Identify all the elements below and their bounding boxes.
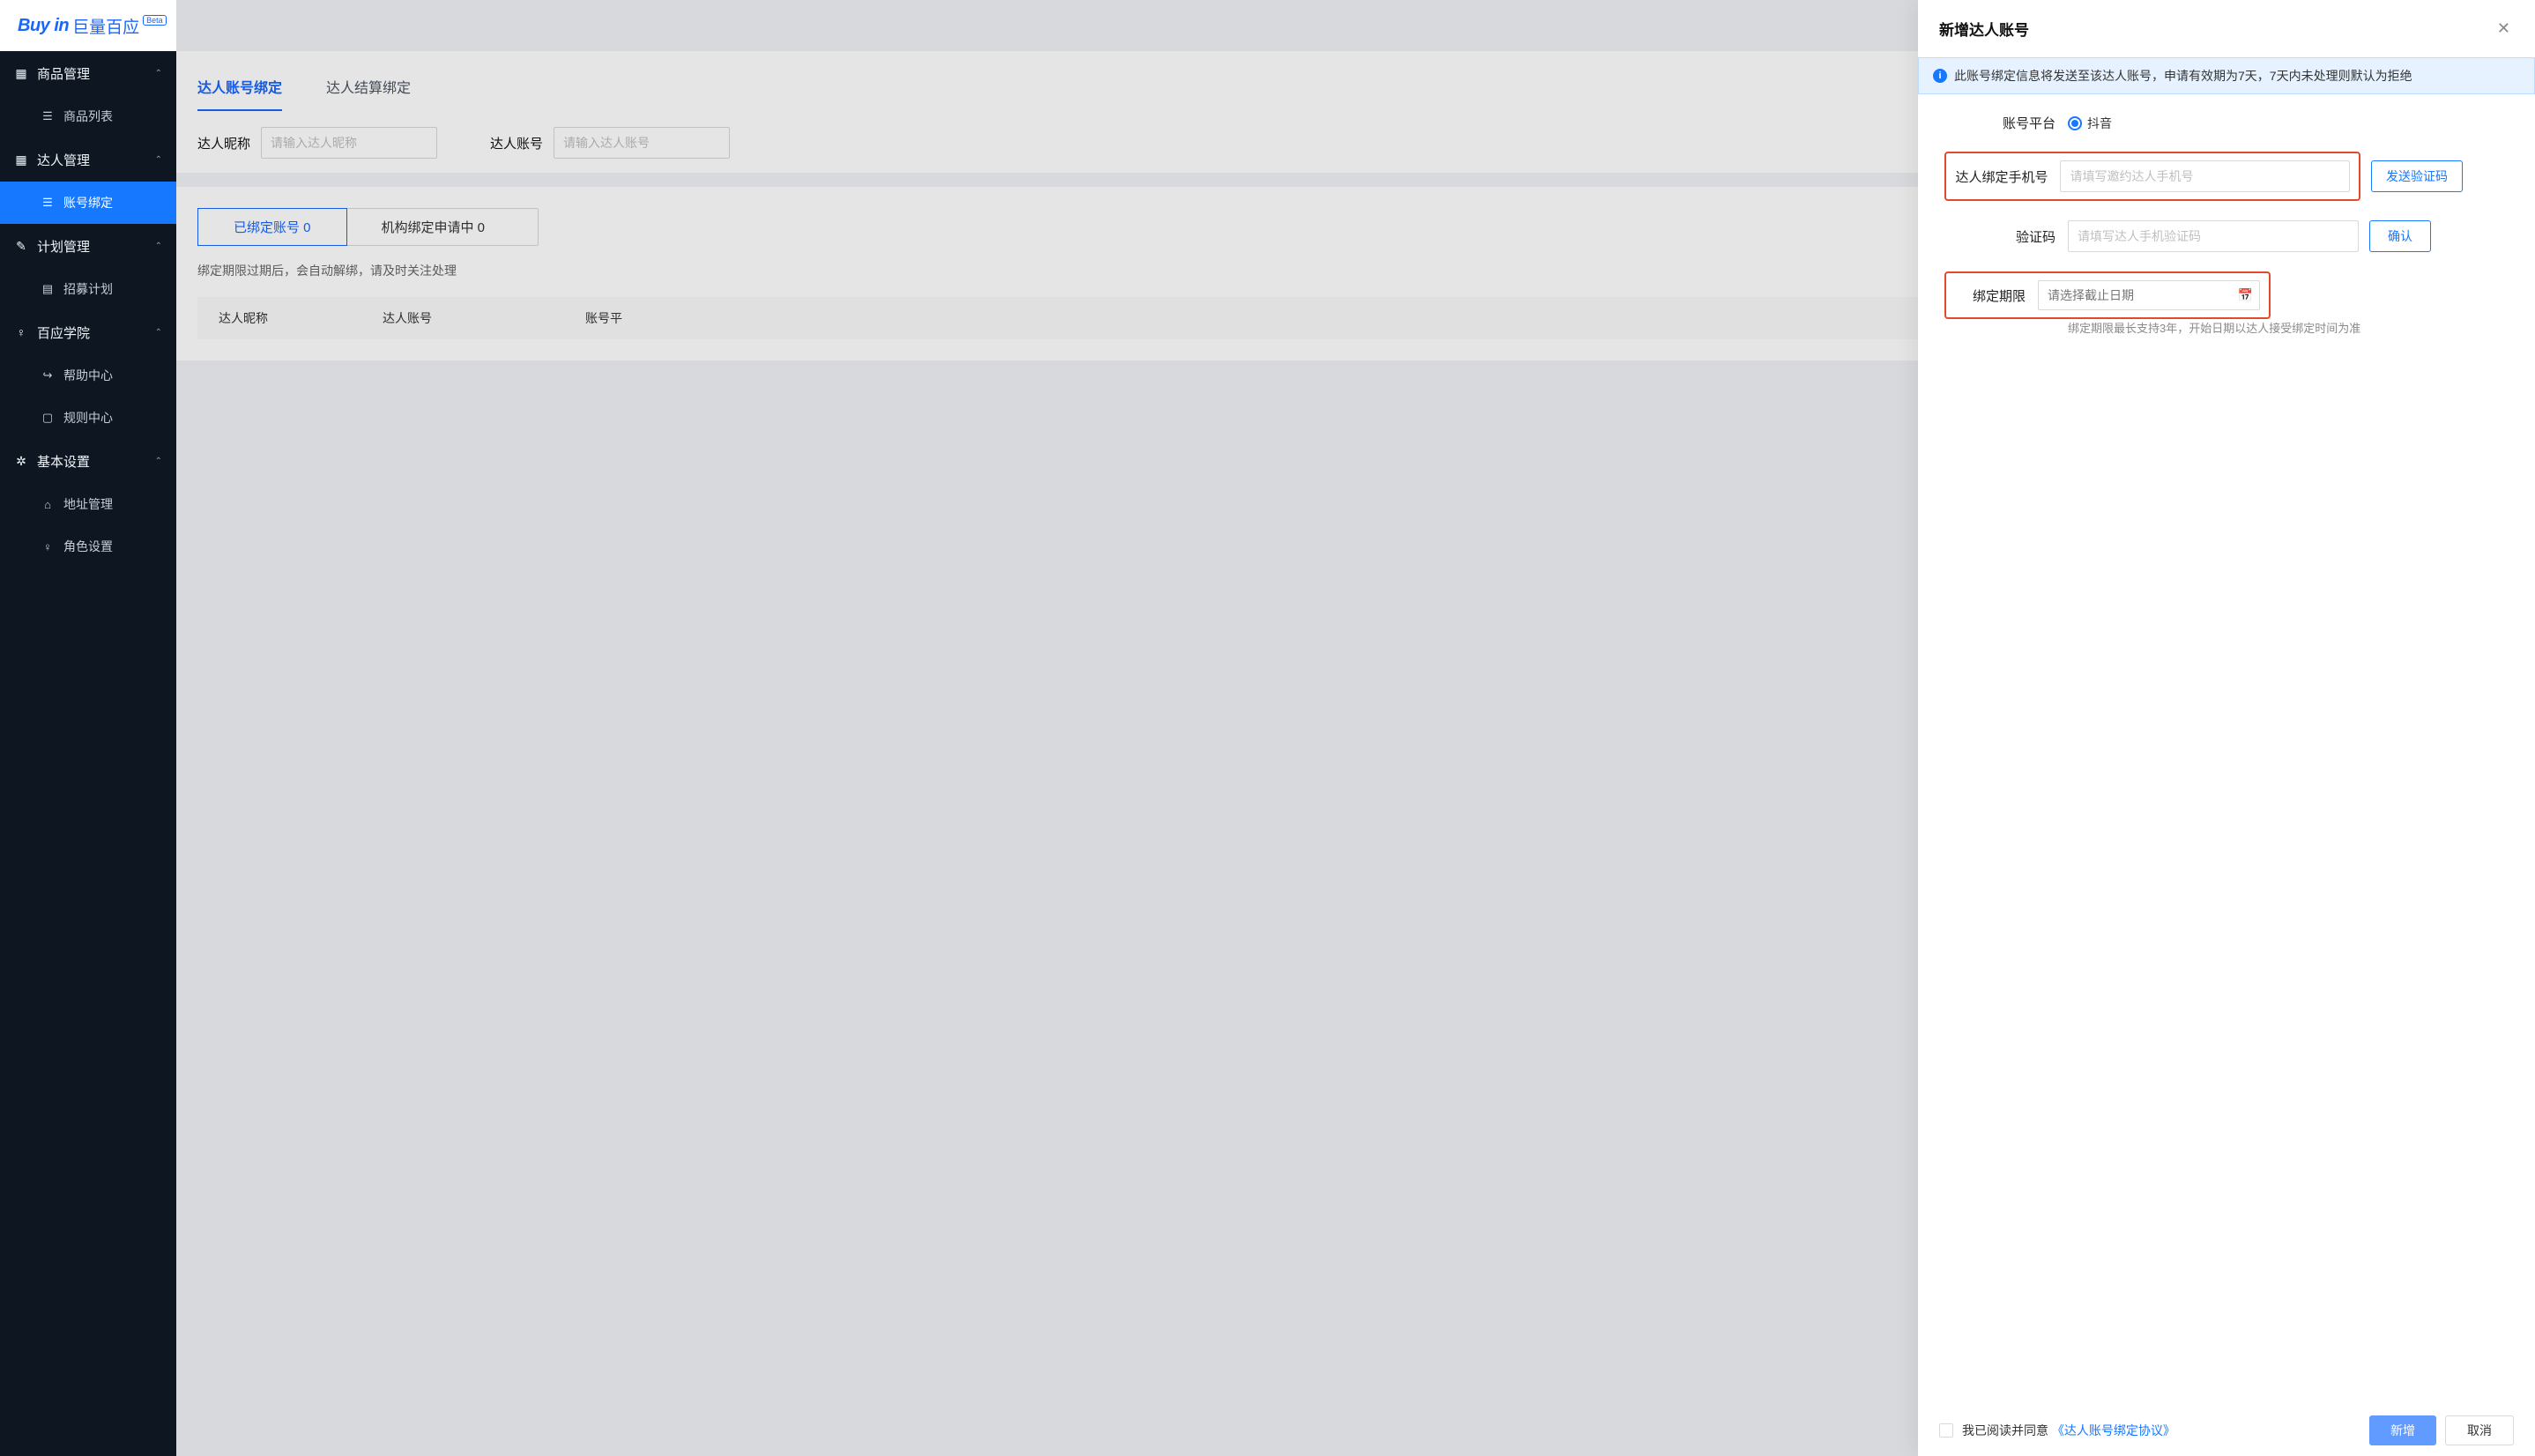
- period-label: 绑定期限: [1955, 286, 2038, 305]
- main-content: 达人账号绑定 达人结算绑定 达人昵称 达人账号 已绑定账号 0 机构绑定申请中 …: [176, 0, 2535, 1456]
- sidebar-group-daren[interactable]: ▦ 达人管理 ⌃: [0, 137, 176, 182]
- add-daren-drawer: 新增达人账号 ✕ i 此账号绑定信息将发送至该达人账号，申请有效期为7天，7天内…: [1918, 0, 2535, 1456]
- sidebar-item-recruit-plan[interactable]: ▤ 招募计划: [0, 268, 176, 310]
- doc-icon: ▤: [41, 282, 55, 296]
- info-alert: i 此账号绑定信息将发送至该达人账号，申请有效期为7天，7天内未处理则默认为拒绝: [1918, 57, 2535, 94]
- list-icon: ☰: [41, 196, 55, 210]
- platform-radio-douyin[interactable]: 抖音: [2068, 115, 2112, 132]
- rule-icon: ▢: [41, 411, 55, 425]
- sidebar-group-academy[interactable]: ♀ 百应学院 ⌃: [0, 310, 176, 354]
- gear-icon: ✲: [14, 454, 28, 469]
- sidebar-group-plan[interactable]: ✎ 计划管理 ⌃: [0, 224, 176, 268]
- sidebar-item-rule-center[interactable]: ▢ 规则中心: [0, 397, 176, 439]
- info-icon: i: [1933, 69, 1947, 83]
- drawer-title: 新增达人账号: [1939, 18, 2494, 40]
- sidebar-item-help-center[interactable]: ↪ 帮助中心: [0, 354, 176, 397]
- plan-icon: ✎: [14, 239, 28, 254]
- chevron-up-icon: ⌃: [155, 155, 162, 165]
- sidebar-item-address[interactable]: ⌂ 地址管理: [0, 483, 176, 525]
- list-icon: ☰: [41, 109, 55, 123]
- period-help-text: 绑定期限最长支持3年，开始日期以达人接受绑定时间为准: [2068, 319, 2500, 336]
- send-code-button[interactable]: 发送验证码: [2371, 160, 2463, 192]
- chevron-up-icon: ⌃: [155, 457, 162, 466]
- brand-logo: Buy in 巨量百应 Beta: [0, 0, 176, 51]
- users-icon: ▦: [14, 152, 28, 167]
- agree-checkbox[interactable]: [1939, 1423, 1953, 1437]
- home-icon: ⌂: [41, 498, 55, 511]
- radio-icon: [2068, 116, 2082, 130]
- platform-label: 账号平台: [1953, 114, 2068, 132]
- add-button[interactable]: 新增: [2369, 1415, 2436, 1445]
- confirm-code-button[interactable]: 确认: [2369, 220, 2431, 252]
- calendar-icon: 📅: [2238, 288, 2253, 303]
- phone-input[interactable]: [2060, 160, 2350, 192]
- sidebar-item-role[interactable]: ♀ 角色设置: [0, 525, 176, 568]
- period-date-input[interactable]: [2038, 280, 2260, 310]
- agree-text: 我已阅读并同意 《达人账号绑定协议》: [1962, 1422, 2175, 1439]
- bulb-icon: ♀: [14, 325, 28, 339]
- phone-label: 达人绑定手机号: [1955, 167, 2060, 186]
- sidebar: ▦ 商品管理 ⌃ ☰ 商品列表 ▦ 达人管理 ⌃ ☰ 账号绑定 ✎ 计划管理 ⌃…: [0, 0, 176, 1456]
- close-icon[interactable]: ✕: [2494, 16, 2514, 41]
- chevron-up-icon: ⌃: [155, 69, 162, 78]
- chevron-up-icon: ⌃: [155, 241, 162, 251]
- code-label: 验证码: [1953, 227, 2068, 246]
- chevron-up-icon: ⌃: [155, 328, 162, 338]
- sidebar-item-account-bind[interactable]: ☰ 账号绑定: [0, 182, 176, 224]
- sidebar-group-settings[interactable]: ✲ 基本设置 ⌃: [0, 439, 176, 483]
- cancel-button[interactable]: 取消: [2445, 1415, 2514, 1445]
- grid-icon: ▦: [14, 66, 28, 81]
- sidebar-item-product-list[interactable]: ☰ 商品列表: [0, 95, 176, 137]
- help-icon: ↪: [41, 368, 55, 383]
- agreement-link[interactable]: 《达人账号绑定协议》: [2052, 1423, 2175, 1437]
- sidebar-group-products[interactable]: ▦ 商品管理 ⌃: [0, 51, 176, 95]
- code-input[interactable]: [2068, 220, 2359, 252]
- user-icon: ♀: [41, 540, 55, 553]
